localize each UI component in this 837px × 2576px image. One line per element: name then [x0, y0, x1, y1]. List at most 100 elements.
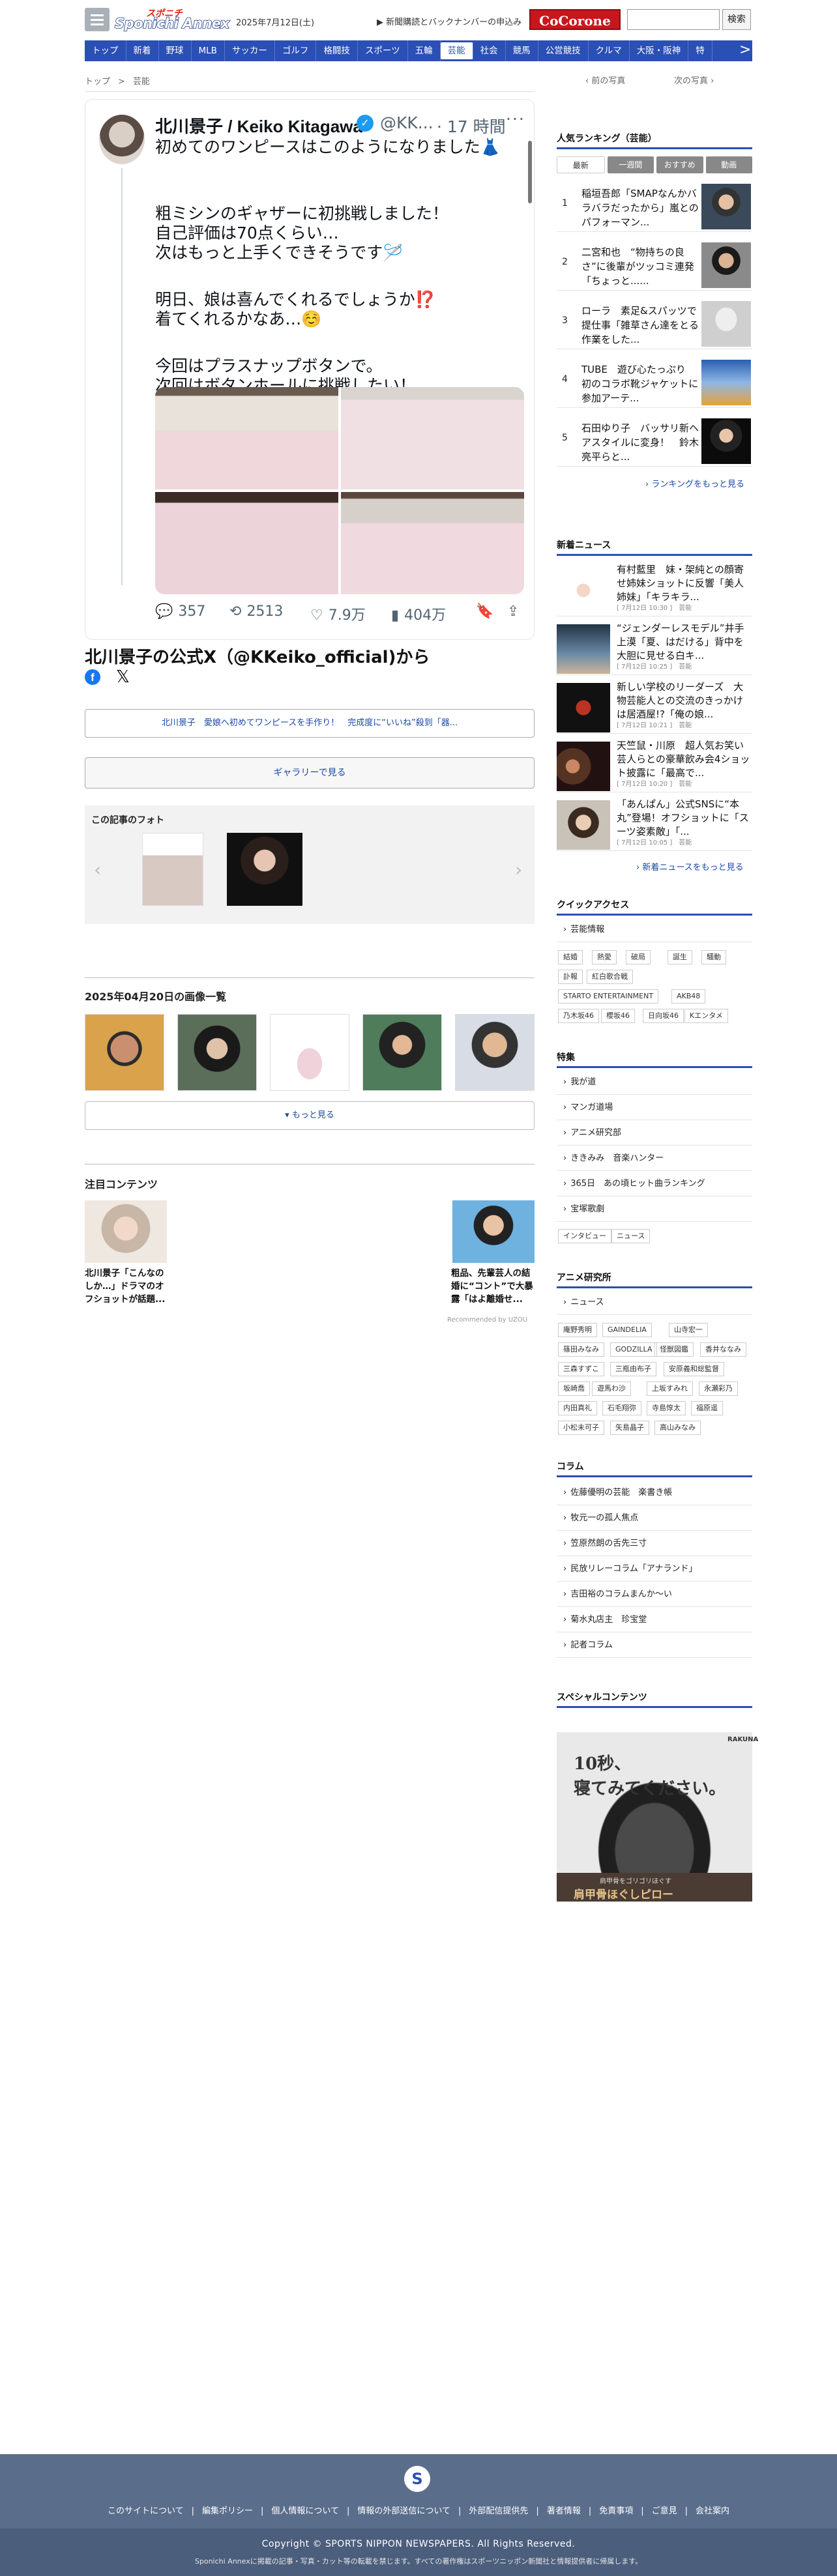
photo-thumbnail[interactable]: [142, 833, 203, 906]
ranking-text[interactable]: TUBE 遊び心たっぷり 初のコラボ靴ジャケットに参加アーテ...: [581, 362, 704, 405]
attention-text[interactable]: 北川景子「こんなのしか…」ドラマのオフショットが話題...: [85, 1267, 171, 1306]
news-item[interactable]: 「あんぱん」公式SNSに“本丸”登場！オフショットに「スーツ姿素敵」「...[ …: [557, 795, 752, 851]
tag-link[interactable]: 福原遥: [691, 1401, 723, 1415]
nav-item[interactable]: 野球: [159, 40, 192, 61]
ranking-photo[interactable]: [701, 242, 751, 288]
footer-link[interactable]: 免責事項: [599, 2506, 633, 2516]
news-item[interactable]: 新しい学校のリーダーズ 大物芸能人との交流のきっかけは居酒屋!?「俺の娘...[…: [557, 678, 752, 734]
column_items-item[interactable]: 菊水丸店主 珍宝堂: [557, 1608, 752, 1632]
special_items-item[interactable]: マンガ道場: [557, 1095, 752, 1120]
tweet-photo-1[interactable]: [155, 387, 338, 489]
reply-button[interactable]: 💬 357: [155, 603, 205, 620]
tab-video[interactable]: 動画: [705, 156, 752, 173]
special_items-item[interactable]: 宝塚歌劇: [557, 1197, 752, 1222]
footer-link[interactable]: 会社案内: [696, 2506, 729, 2516]
search-input[interactable]: [627, 9, 720, 30]
tag-link[interactable]: GODZILLA: [610, 1342, 658, 1357]
next-photo-link[interactable]: 次の写真 ›: [674, 74, 714, 86]
nav-item[interactable]: 格闘技: [316, 40, 358, 61]
more-button[interactable]: ▾ もっと見る: [85, 1101, 535, 1130]
tag-link[interactable]: ニュース: [611, 1229, 651, 1243]
chevron-left-icon[interactable]: ‹: [94, 859, 101, 880]
nav-item[interactable]: 芸能: [440, 42, 473, 59]
tag-link[interactable]: 三森すずこ: [558, 1362, 604, 1376]
special_items-item[interactable]: 365日 あの頃ヒット曲ランキング: [557, 1172, 752, 1196]
tweet-scrollbar[interactable]: [528, 141, 532, 203]
special_items-item[interactable]: 我が道: [557, 1070, 752, 1095]
breadcrumb-top[interactable]: トップ: [85, 77, 110, 87]
views-button[interactable]: ▮ 404万: [391, 603, 446, 624]
x-icon[interactable]: 𝕏: [116, 667, 130, 687]
tab-latest[interactable]: 最新: [557, 156, 605, 173]
cocorone-banner[interactable]: CoCorone: [529, 9, 621, 30]
news-item[interactable]: 天竺鼠・川原 超人気お笑い芸人らとの豪華飲み会4ショット披露に「最高で...[ …: [557, 736, 752, 792]
footer-link[interactable]: 個人情報について: [271, 2506, 339, 2516]
image-thumbnail[interactable]: [85, 1014, 164, 1091]
tag-link[interactable]: AKB48: [671, 989, 706, 1004]
column_items-item[interactable]: 牧元一の孤人焦点: [557, 1506, 752, 1531]
like-button[interactable]: ♡ 7.9万: [310, 603, 366, 624]
tag-link[interactable]: 篠田みなみ: [558, 1342, 604, 1357]
search-button[interactable]: 検索: [722, 9, 751, 30]
bookmark-icon[interactable]: 🔖: [476, 603, 493, 620]
tag-link[interactable]: 永瀬彩乃: [699, 1382, 738, 1396]
tab-recommended[interactable]: おすすめ: [656, 156, 703, 173]
news-text[interactable]: 天竺鼠・川原 超人気お笑い芸人らとの豪華飲み会4ショット披露に「最高で...: [617, 739, 751, 780]
ranking-item[interactable]: 2 二宮和也 “物持ちの良さ”に後輩がツッコミ連発「ちょっと......: [557, 237, 752, 291]
nav-item[interactable]: 五輪: [408, 40, 441, 61]
special_items-item[interactable]: ききみみ 音楽ハンター: [557, 1146, 752, 1171]
footer-logo[interactable]: S: [404, 2466, 430, 2492]
breadcrumb-current[interactable]: 芸能: [133, 77, 150, 87]
nav-item[interactable]: トップ: [85, 40, 126, 61]
ranking-more-link[interactable]: › ランキングをもっと見る: [645, 477, 744, 489]
nav-item[interactable]: 新着: [126, 40, 159, 61]
tag-link[interactable]: 紅白歌合戦: [587, 970, 633, 984]
tag-link[interactable]: 香井ななみ: [700, 1342, 746, 1357]
ranking-text[interactable]: 二宮和也 “物持ちの良さ”に後輩がツッコミ連発「ちょっと......: [581, 245, 704, 288]
tweet-handle[interactable]: @KK...: [380, 113, 433, 132]
news-photo[interactable]: [557, 742, 610, 791]
column_items-item[interactable]: 民放リレーコラム「アナランド」: [557, 1557, 752, 1582]
tag-link[interactable]: 内田真礼: [558, 1401, 597, 1415]
gallery-button[interactable]: ギャラリーで見る: [85, 757, 535, 789]
anime-news-link[interactable]: ニュース: [557, 1290, 752, 1315]
tweet-photo-4[interactable]: [341, 492, 524, 594]
ranking-photo[interactable]: [701, 418, 751, 464]
tag-link[interactable]: 熱愛: [592, 950, 617, 964]
news-photo[interactable]: [557, 566, 610, 615]
tag-link[interactable]: GAINDELIA: [602, 1323, 652, 1337]
image-thumbnail[interactable]: [362, 1014, 442, 1091]
nav-item[interactable]: 公営競技: [538, 40, 589, 61]
tag-link[interactable]: 怪獣図鑑: [654, 1342, 694, 1357]
footer-link[interactable]: 外部配信提供先: [469, 2506, 528, 2516]
tag-link[interactable]: 櫻坂46: [601, 1009, 635, 1023]
subscription-link[interactable]: ▶ 新聞購読とバックナンバーの申込み: [377, 15, 521, 27]
ranking-item[interactable]: 4 TUBE 遊び心たっぷり 初のコラボ靴ジャケットに参加アーテ...: [557, 355, 752, 408]
ranking-text[interactable]: 石田ゆり子 バッサリ新ヘアスタイルに変身！ 鈴木亮平らと...: [581, 421, 704, 464]
footer-link[interactable]: 著者情報: [547, 2506, 581, 2516]
ranking-item[interactable]: 3 ローラ 素足&スパッツで提仕事「雑草さん達をとる作業をした...: [557, 296, 752, 349]
more-options-icon[interactable]: ···: [506, 109, 525, 128]
column_items-item[interactable]: 吉田裕のコラムまんか〜い: [557, 1582, 752, 1607]
ranking-photo[interactable]: [701, 301, 751, 347]
tag-link[interactable]: 三瓶由布子: [610, 1362, 656, 1376]
news-text[interactable]: 新しい学校のリーダーズ 大物芸能人との交流のきっかけは居酒屋!?「俺の娘...: [617, 680, 751, 721]
tag-link[interactable]: 山寺宏一: [669, 1323, 708, 1337]
tag-link[interactable]: 坂崎喬: [558, 1382, 590, 1396]
column_items-item[interactable]: 記者コラム: [557, 1633, 752, 1658]
tag-link[interactable]: 庵野秀明: [558, 1323, 597, 1337]
ranking-item[interactable]: 1 稲垣吾郎「SMAPなんかバラバラだったから」嵐とのパフォーマン...: [557, 179, 752, 232]
tag-link[interactable]: 誕生: [668, 950, 692, 964]
attention-text[interactable]: 粗品、先輩芸人の結婚に“コント”で大暴露「はよ離婚せ...: [451, 1267, 537, 1306]
related-article-link[interactable]: 北川景子 愛娘へ初めてワンピースを手作り！ 完成度に“いいね”殺到「器...: [85, 709, 535, 738]
tag-link[interactable]: 訃報: [558, 970, 583, 984]
tweet-avatar[interactable]: [99, 115, 145, 164]
tag-link[interactable]: 破局: [626, 950, 651, 964]
ranking-text[interactable]: 稲垣吾郎「SMAPなんかバラバラだったから」嵐とのパフォーマン...: [581, 186, 704, 229]
tag-link[interactable]: STARTO ENTERTAINMENT: [558, 989, 659, 1004]
column_items-item[interactable]: 佐藤優明の芸能 楽書き帳: [557, 1481, 752, 1505]
tag-link[interactable]: 上坂すみれ: [647, 1382, 693, 1396]
tag-link[interactable]: 結婚: [558, 950, 583, 964]
image-thumbnail[interactable]: [177, 1014, 257, 1091]
ranking-text[interactable]: ローラ 素足&スパッツで提仕事「雑草さん達をとる作業をした...: [581, 304, 704, 347]
